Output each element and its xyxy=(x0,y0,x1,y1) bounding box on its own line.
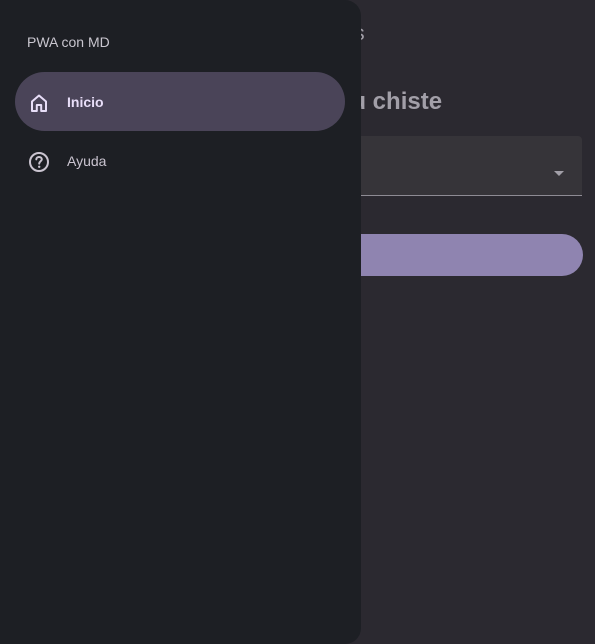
drawer-title: PWA con MD xyxy=(27,34,110,50)
category-select[interactable] xyxy=(330,136,582,196)
nav-item-label: Ayuda xyxy=(67,152,107,169)
navigation-drawer: PWA con MD Inicio Ayuda xyxy=(0,0,361,644)
help-circle-icon xyxy=(27,150,51,174)
nav-item-label: Inicio xyxy=(67,93,104,110)
home-icon xyxy=(27,91,51,115)
get-joke-button[interactable] xyxy=(330,234,583,276)
dropdown-arrow-icon xyxy=(554,171,564,176)
nav-item-ayuda[interactable]: Ayuda xyxy=(15,131,345,190)
nav-item-inicio[interactable]: Inicio xyxy=(15,72,345,131)
